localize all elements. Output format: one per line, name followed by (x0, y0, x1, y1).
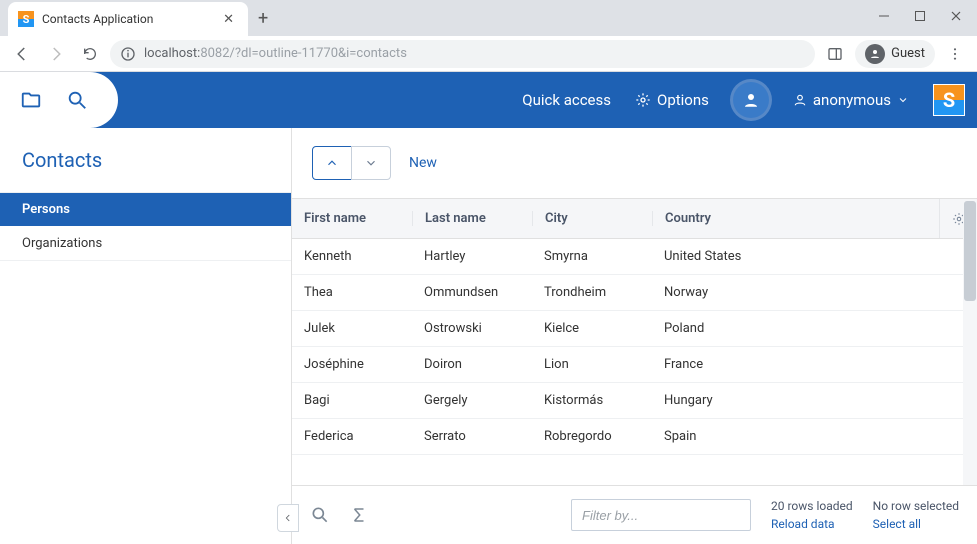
cell-first-name: Kenneth (292, 249, 412, 264)
url-host: localhost: (144, 46, 200, 61)
reload-button[interactable] (76, 40, 104, 68)
filter-input[interactable] (571, 499, 751, 531)
collapse-expand-group (312, 146, 391, 180)
profile-label: Guest (891, 46, 925, 61)
sidebar: Contacts PersonsOrganizations (0, 128, 292, 544)
browser-menu-button[interactable] (941, 40, 969, 68)
toolbar: New (292, 128, 977, 198)
browser-tab[interactable]: Contacts Application ✕ (8, 2, 248, 36)
user-menu[interactable]: anonymous (793, 91, 909, 109)
page-title: Contacts (0, 128, 291, 192)
column-last-name[interactable]: Last name (412, 211, 532, 226)
cell-first-name: Federica (292, 429, 412, 444)
cell-country: Poland (652, 321, 939, 336)
cell-country: Norway (652, 285, 939, 300)
table-row[interactable]: TheaOmmundsenTrondheimNorway (292, 275, 977, 311)
cell-city: Robregordo (532, 429, 652, 444)
avatar-icon (865, 44, 885, 64)
address-bar: localhost:8082/?dl=outline-11770&i=conta… (0, 36, 977, 72)
table-row[interactable]: JulekOstrowskiKielcePoland (292, 311, 977, 347)
close-tab-button[interactable]: ✕ (219, 12, 238, 27)
table-header: First name Last name City Country (292, 199, 977, 239)
column-city[interactable]: City (532, 211, 652, 226)
app: Quick access Options anonymous Contacts … (0, 72, 977, 544)
search-icon[interactable] (66, 89, 88, 111)
status-bar: 20 rows loaded Reload data No row select… (292, 486, 977, 544)
cell-city: Kistormás (532, 393, 652, 408)
user-icon (793, 93, 807, 107)
reload-data-link[interactable]: Reload data (771, 517, 853, 531)
cell-last-name: Ostrowski (412, 321, 532, 336)
user-label: anonymous (813, 91, 891, 109)
profile-button[interactable]: Guest (855, 40, 935, 68)
forward-button[interactable] (42, 40, 70, 68)
gear-icon (635, 92, 651, 108)
data-table: First name Last name City Country Kennet… (292, 198, 977, 486)
cell-last-name: Ommundsen (412, 285, 532, 300)
table-row[interactable]: JoséphineDoironLionFrance (292, 347, 977, 383)
favicon-icon (18, 11, 34, 27)
tab-title: Contacts Application (42, 12, 219, 26)
quick-access-link[interactable]: Quick access (522, 91, 611, 109)
sigma-icon[interactable] (350, 506, 368, 524)
site-info-icon[interactable] (120, 46, 136, 62)
expand-all-button[interactable] (351, 146, 391, 180)
cell-last-name: Hartley (412, 249, 532, 264)
selection-label: No row selected (873, 499, 959, 513)
cell-city: Kielce (532, 321, 652, 336)
user-avatar[interactable] (733, 82, 769, 118)
url-field[interactable]: localhost:8082/?dl=outline-11770&i=conta… (110, 40, 815, 68)
back-button[interactable] (8, 40, 36, 68)
cell-country: France (652, 357, 939, 372)
chevron-down-icon (897, 94, 909, 106)
header-left-group (0, 72, 118, 128)
side-panel-icon[interactable] (821, 40, 849, 68)
sidebar-item-persons[interactable]: Persons (0, 193, 291, 226)
cell-country: Spain (652, 429, 939, 444)
options-label: Options (657, 91, 709, 109)
cell-last-name: Serrato (412, 429, 532, 444)
cell-first-name: Julek (292, 321, 412, 336)
cell-country: United States (652, 249, 939, 264)
cell-first-name: Bagi (292, 393, 412, 408)
sidebar-item-organizations[interactable]: Organizations (0, 226, 291, 260)
cell-first-name: Joséphine (292, 357, 412, 372)
brand-logo (933, 84, 965, 116)
select-all-link[interactable]: Select all (873, 517, 959, 531)
cell-last-name: Doiron (412, 357, 532, 372)
cell-last-name: Gergely (412, 393, 532, 408)
cell-first-name: Thea (292, 285, 412, 300)
column-first-name[interactable]: First name (292, 211, 412, 226)
cell-city: Trondheim (532, 285, 652, 300)
table-row[interactable]: FedericaSerratoRobregordoSpain (292, 419, 977, 455)
table-row[interactable]: KennethHartleySmyrnaUnited States (292, 239, 977, 275)
cell-city: Smyrna (532, 249, 652, 264)
new-button[interactable]: New (409, 155, 437, 171)
table-row[interactable]: BagiGergelyKistormásHungary (292, 383, 977, 419)
cell-country: Hungary (652, 393, 939, 408)
app-header: Quick access Options anonymous (0, 72, 977, 128)
collapse-all-button[interactable] (312, 146, 352, 180)
folder-icon[interactable] (20, 89, 42, 111)
scrollbar[interactable] (963, 199, 977, 485)
rows-loaded-label: 20 rows loaded (771, 499, 853, 513)
collapse-sidebar-button[interactable] (277, 504, 299, 532)
new-tab-button[interactable]: + (258, 8, 268, 29)
column-country[interactable]: Country (652, 211, 939, 226)
options-link[interactable]: Options (635, 91, 709, 109)
cell-city: Lion (532, 357, 652, 372)
browser-chrome: Contacts Application ✕ + localhost:8082/… (0, 0, 977, 72)
main-panel: New First name Last name City Country Ke… (292, 128, 977, 544)
url-path: 8082/?dl=outline-11770&i=contacts (200, 46, 407, 61)
search-icon[interactable] (310, 505, 330, 525)
